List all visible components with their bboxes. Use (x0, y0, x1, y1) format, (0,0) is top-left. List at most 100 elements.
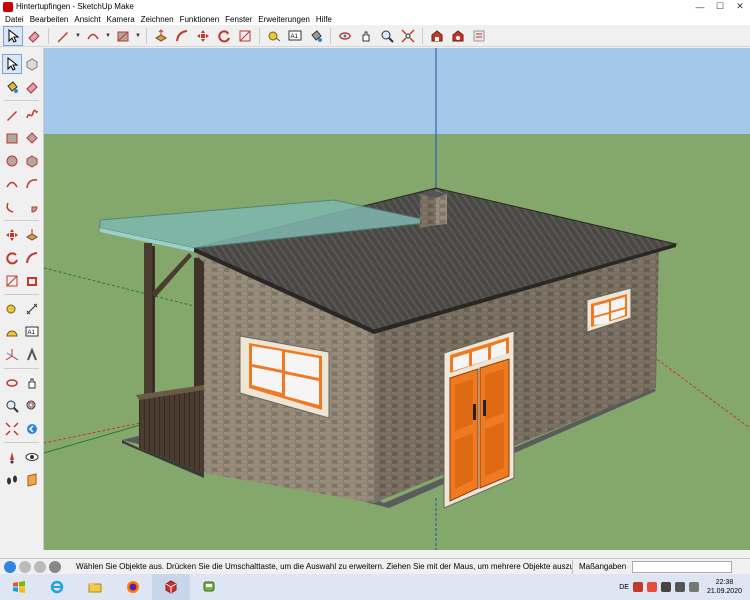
3d-text-tool[interactable] (22, 345, 42, 365)
make-component-tool[interactable] (22, 54, 42, 74)
push-pull-tool-button[interactable] (151, 26, 171, 46)
taskbar-sketchup[interactable] (152, 574, 190, 600)
rotate-icon (6, 251, 18, 264)
paint-bucket-tool[interactable] (2, 77, 22, 97)
arc-tool-button[interactable] (83, 26, 103, 46)
menu-datei[interactable]: Datei (2, 15, 27, 24)
follow-me-tool-button[interactable] (172, 26, 192, 46)
look-around-tool[interactable] (22, 447, 42, 467)
menu-bearbeiten[interactable]: Bearbeiten (27, 15, 72, 24)
move-tool[interactable] (2, 225, 22, 245)
measurements-input[interactable] (632, 560, 733, 573)
two-point-arc-tool[interactable] (22, 174, 42, 194)
help-icon[interactable] (49, 560, 61, 573)
menu-zeichnen[interactable]: Zeichnen (138, 15, 177, 24)
tray-app-icon-2[interactable] (646, 582, 657, 592)
arc-tool[interactable] (2, 174, 22, 194)
section-plane-tool[interactable] (22, 470, 42, 490)
position-camera-tool[interactable] (2, 447, 22, 467)
axes-tool[interactable] (2, 345, 22, 365)
select-tool[interactable] (2, 53, 22, 74)
tray-app-icon-3[interactable] (660, 582, 671, 592)
arc-dropdown[interactable]: ▼ (104, 33, 112, 39)
pencil-tool-button[interactable] (53, 26, 73, 46)
maximize-button[interactable]: ☐ (710, 0, 730, 13)
zoom-window-tool[interactable] (22, 396, 42, 416)
select-tool-button[interactable] (3, 25, 23, 46)
rectangle-tool-button[interactable] (113, 26, 133, 46)
line-tool[interactable] (2, 105, 22, 125)
taskbar-explorer[interactable] (76, 574, 114, 600)
menu-hilfe[interactable]: Hilfe (313, 15, 335, 24)
menu-funktionen[interactable]: Funktionen (177, 15, 223, 24)
two-point-arc-icon (26, 178, 38, 188)
pie-tool[interactable] (22, 197, 42, 217)
menu-kamera[interactable]: Kamera (104, 15, 138, 24)
rectangle-dropdown[interactable]: ▼ (134, 33, 142, 39)
pan-tool[interactable] (22, 373, 42, 393)
pencil-dropdown[interactable]: ▼ (74, 33, 82, 39)
follow-me-tool[interactable] (22, 248, 42, 268)
move-icon (197, 29, 209, 42)
geo-location-icon[interactable] (19, 560, 31, 573)
tray-app-icon-1[interactable] (632, 582, 643, 592)
eraser-tool[interactable] (22, 77, 42, 97)
zoom-extents-tool[interactable] (2, 419, 22, 439)
text-tool[interactable]: A1 (22, 322, 42, 342)
clock[interactable]: 22:38 21.09.2020 (703, 578, 746, 596)
paint-bucket-tool-button[interactable] (306, 26, 326, 46)
minimize-button[interactable]: — (690, 0, 710, 13)
scene-canvas (44, 48, 750, 550)
menu-erweiterungen[interactable]: Erweiterungen (255, 15, 313, 24)
language-indicator[interactable]: DE (619, 584, 629, 591)
circle-tool[interactable] (2, 151, 22, 171)
previous-view-tool[interactable] (22, 419, 42, 439)
tape-measure-tool[interactable] (2, 299, 22, 319)
walk-tool[interactable] (2, 470, 22, 490)
offset-tool[interactable] (22, 271, 42, 291)
polygon-tool[interactable] (22, 151, 42, 171)
sky (44, 48, 750, 134)
zoom-tool[interactable] (2, 396, 22, 416)
eraser-tool-button[interactable] (24, 26, 44, 46)
taskbar-train-app[interactable] (190, 574, 228, 600)
zoom-extents-tool-button[interactable] (398, 26, 418, 46)
layout-button[interactable] (469, 26, 489, 46)
orbit-tool[interactable] (2, 373, 22, 393)
freehand-tool[interactable] (22, 105, 42, 125)
three-point-arc-tool[interactable] (2, 197, 22, 217)
info-icon[interactable] (4, 560, 16, 573)
scale-tool[interactable] (2, 271, 22, 291)
orbit-tool-button[interactable] (335, 26, 355, 46)
push-pull-tool[interactable] (22, 225, 42, 245)
extension-warehouse-button[interactable] (448, 26, 468, 46)
pan-tool-button[interactable] (356, 26, 376, 46)
zoom-tool-button[interactable] (377, 26, 397, 46)
volume-icon[interactable] (688, 582, 699, 592)
walk-icon (7, 475, 17, 484)
credits-icon[interactable] (34, 560, 46, 573)
start-button[interactable] (0, 574, 38, 600)
rotated-rectangle-tool[interactable] (22, 128, 42, 148)
rectangle-tool[interactable] (2, 128, 22, 148)
text-tool-button[interactable]: A1 (285, 26, 305, 46)
3d-viewport[interactable] (44, 48, 750, 550)
warehouse-button[interactable] (427, 26, 447, 46)
protractor-tool[interactable] (2, 322, 22, 342)
rotate-tool-button[interactable] (214, 26, 234, 46)
close-button[interactable]: ✕ (730, 0, 750, 13)
tape-measure-tool-button[interactable] (264, 26, 284, 46)
move-tool-button[interactable] (193, 26, 213, 46)
scale-tool-button[interactable] (235, 26, 255, 46)
taskbar-firefox[interactable] (114, 574, 152, 600)
firefox-icon (127, 581, 139, 593)
menu-fenster[interactable]: Fenster (222, 15, 255, 24)
network-icon[interactable] (674, 582, 685, 592)
clock-date: 21.09.2020 (706, 588, 742, 595)
tool-row (0, 394, 43, 417)
taskbar-ie[interactable] (38, 574, 76, 600)
menu-ansicht[interactable]: Ansicht (71, 15, 103, 24)
look-around-icon (25, 452, 39, 461)
rotate-tool[interactable] (2, 248, 22, 268)
dimension-tool[interactable] (22, 299, 42, 319)
